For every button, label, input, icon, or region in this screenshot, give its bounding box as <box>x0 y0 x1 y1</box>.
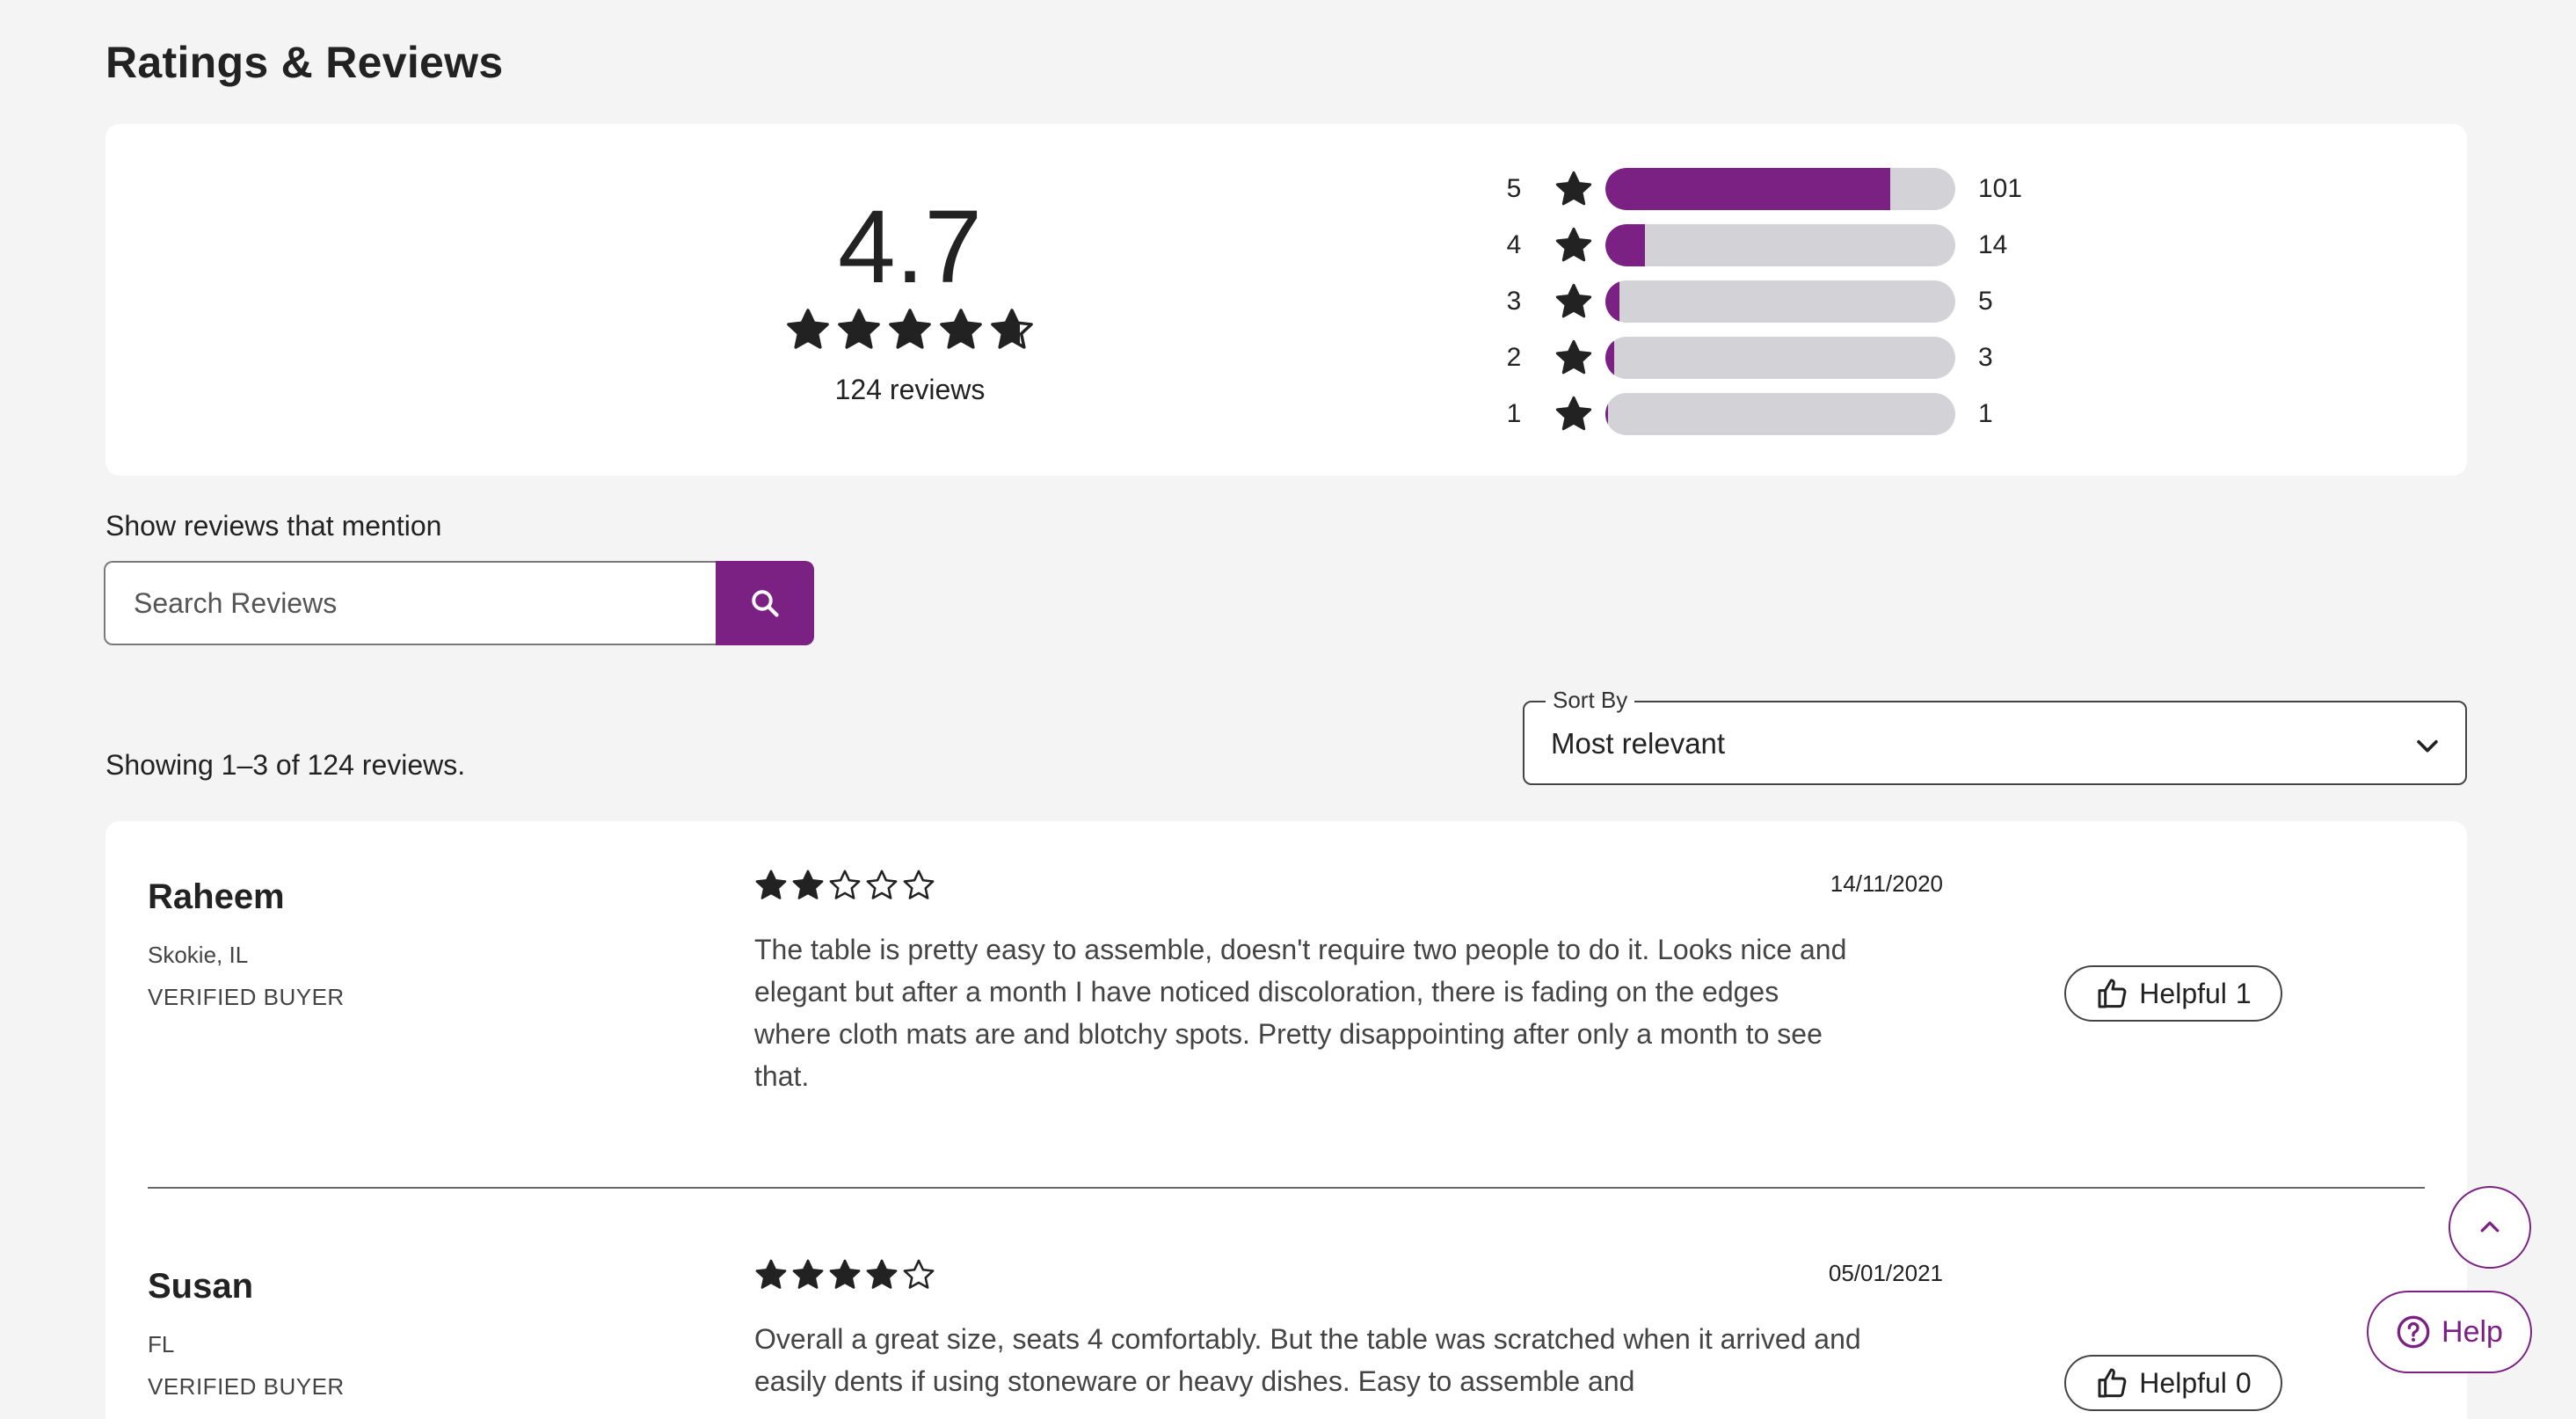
review-date: 14/11/2020 <box>1830 870 1943 897</box>
star-filled-icon <box>838 309 880 349</box>
reviewer-name: Susan <box>148 1267 254 1306</box>
review-divider <box>148 1187 2425 1189</box>
verified-buyer-badge: VERIFIED BUYER <box>148 984 345 1010</box>
review-stars <box>754 869 935 902</box>
distribution-star-label: 2 <box>1506 343 1522 372</box>
distribution-bar <box>1605 337 1955 379</box>
star-filled-icon <box>755 870 787 899</box>
distribution-count: 5 <box>1978 287 1993 316</box>
showing-count: Showing 1–3 of 124 reviews. <box>106 749 466 781</box>
sort-selected-value: Most relevant <box>1551 727 1726 760</box>
ratings-summary-card: 4.7 124 reviews 5 101 4 14 3 5 2 3 1 1 <box>106 124 2467 476</box>
distribution-bar-fill <box>1605 393 1609 435</box>
star-filled-icon <box>889 309 931 349</box>
distribution-row-2[interactable]: 23 <box>1496 330 2022 386</box>
thumbs-up-icon <box>2098 979 2127 1008</box>
star-filled-icon <box>829 1259 861 1289</box>
distribution-count: 101 <box>1978 174 2023 203</box>
search-button[interactable] <box>716 561 814 645</box>
distribution-bar <box>1605 280 1955 323</box>
question-circle-icon <box>2397 1315 2430 1349</box>
helpful-count: 1 <box>2235 977 2252 1009</box>
distribution-bar-fill <box>1605 168 1891 210</box>
chevron-up-icon <box>2480 1221 2500 1233</box>
distribution-row-1[interactable]: 11 <box>1496 386 2022 442</box>
search-icon <box>752 590 779 617</box>
sort-legend: Sort By <box>1546 687 1635 714</box>
search-label: Show reviews that mention <box>106 510 442 542</box>
star-empty-icon <box>903 870 935 899</box>
distribution-star-label: 3 <box>1506 287 1522 316</box>
star-filled-icon <box>792 870 824 899</box>
distribution-count: 1 <box>1978 399 1993 428</box>
star-icon <box>1555 396 1592 431</box>
verified-buyer-badge: VERIFIED BUYER <box>148 1373 345 1400</box>
distribution-bar <box>1605 168 1955 210</box>
distribution-bar-fill <box>1605 280 1619 323</box>
review-search <box>104 561 814 645</box>
distribution-row-5[interactable]: 5 101 <box>1496 161 2022 217</box>
helpful-label: Helpful <box>2139 1366 2227 1399</box>
distribution-count: 14 <box>1978 230 2008 259</box>
review-count: 124 reviews <box>834 374 986 405</box>
sort-select[interactable]: Sort By Most relevant <box>1523 687 2467 785</box>
star-empty-icon <box>829 870 861 899</box>
distribution-row-4[interactable]: 4 14 <box>1496 217 2022 273</box>
review-body: The table is pretty easy to assemble, do… <box>754 934 1847 1092</box>
star-partial-icon <box>991 309 1033 349</box>
review-body: Overall a great size, seats 4 comfortabl… <box>754 1323 1861 1397</box>
distribution-row-3[interactable]: 35 <box>1496 273 2022 330</box>
distribution-star-label: 1 <box>1506 399 1522 428</box>
distribution-star-label: 5 <box>1506 174 1522 203</box>
distribution-bar-fill <box>1605 337 1614 379</box>
reviewer-name: Raheem <box>148 877 285 916</box>
distribution-bar-fill <box>1605 224 1645 266</box>
star-filled-icon <box>866 1259 898 1289</box>
star-empty-icon <box>903 1259 935 1289</box>
review-date: 05/01/2021 <box>1828 1260 1943 1286</box>
page-title: Ratings & Reviews <box>106 38 504 87</box>
reviewer-location: FL <box>148 1331 175 1357</box>
distribution-count: 3 <box>1978 343 1993 372</box>
rating-distribution: 5 101 4 14 3 5 2 3 1 1 <box>1496 161 2022 442</box>
star-filled-icon <box>940 309 982 349</box>
helpful-count: 0 <box>2235 1366 2252 1399</box>
star-filled-icon <box>755 1259 787 1289</box>
distribution-bar <box>1605 393 1955 435</box>
star-empty-icon <box>866 870 898 899</box>
distribution-bar <box>1605 224 1955 266</box>
star-icon <box>1555 171 1592 206</box>
scroll-to-top-button[interactable] <box>2449 1186 2531 1269</box>
help-button[interactable]: Help <box>2367 1291 2532 1373</box>
average-rating-stars <box>686 307 1134 353</box>
review-stars <box>754 1258 935 1292</box>
star-icon <box>1555 227 1592 262</box>
helpful-button[interactable]: Helpful 0 <box>2064 1355 2282 1411</box>
helpful-button[interactable]: Helpful 1 <box>2064 965 2282 1022</box>
distribution-star-label: 4 <box>1506 230 1522 259</box>
chevron-down-icon <box>2417 739 2438 753</box>
star-filled-icon <box>787 309 829 349</box>
star-icon <box>1555 283 1592 318</box>
thumbs-up-icon <box>2098 1368 2127 1398</box>
reviews-list: Raheem Skokie, IL VERIFIED BUYER 14/11/2… <box>106 821 2467 1419</box>
average-rating-block: 4.7 124 reviews <box>686 194 1134 406</box>
helpful-label: Helpful <box>2139 977 2227 1009</box>
average-rating-value: 4.7 <box>837 189 983 305</box>
reviewer-location: Skokie, IL <box>148 942 249 968</box>
help-label: Help <box>2441 1314 2503 1349</box>
search-input[interactable] <box>104 561 716 645</box>
star-icon <box>1555 339 1592 375</box>
star-filled-icon <box>792 1259 824 1289</box>
